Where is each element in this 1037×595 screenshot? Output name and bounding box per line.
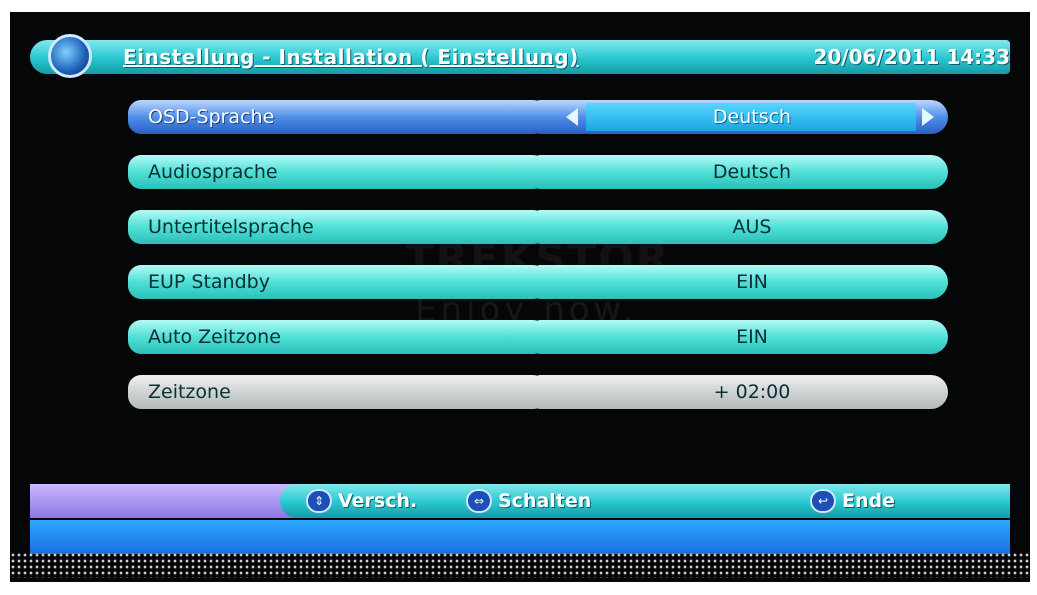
footer-exit-label: Ende xyxy=(842,490,895,512)
exit-icon: ↩ xyxy=(810,489,836,513)
decorative-dots xyxy=(10,552,1030,578)
setting-value: EIN xyxy=(536,265,948,299)
setting-value: EIN xyxy=(536,320,948,354)
setting-row-timezone: Zeitzone + 02:00 xyxy=(128,375,948,409)
setting-row-osd-language[interactable]: OSD-Sprache Deutsch xyxy=(128,100,948,134)
arrow-left-icon[interactable] xyxy=(566,108,578,126)
decorative-stripe xyxy=(30,520,1010,554)
setting-row-audio-language[interactable]: Audiosprache Deutsch xyxy=(128,155,948,189)
footer-move-label: Versch. xyxy=(338,490,418,512)
up-down-arrows-icon: ⇕ xyxy=(306,489,332,513)
setting-value: Deutsch xyxy=(536,155,948,189)
setting-value: AUS xyxy=(536,210,948,244)
setting-label: Untertitelsprache xyxy=(128,210,550,244)
globe-icon xyxy=(48,34,92,78)
tv-screen: Einstellung - Installation ( Einstellung… xyxy=(10,12,1030,582)
arrow-right-icon[interactable] xyxy=(922,108,934,126)
setting-value-selector[interactable]: Deutsch xyxy=(536,100,948,134)
footer-accent xyxy=(30,484,298,518)
setting-row-subtitle-language[interactable]: Untertitelsprache AUS xyxy=(128,210,948,244)
footer-switch-label: Schalten xyxy=(498,490,592,512)
setting-label: Audiosprache xyxy=(128,155,550,189)
setting-label: EUP Standby xyxy=(128,265,550,299)
datetime: 20/06/2011 14:33 xyxy=(813,45,1010,69)
setting-label: OSD-Sprache xyxy=(128,100,550,134)
setting-value: + 02:00 xyxy=(536,375,948,409)
page-title: Einstellung - Installation ( Einstellung… xyxy=(123,45,579,69)
setting-row-auto-timezone[interactable]: Auto Zeitzone EIN xyxy=(128,320,948,354)
setting-label: Auto Zeitzone xyxy=(128,320,550,354)
setting-value: Deutsch xyxy=(712,106,792,128)
left-right-arrows-icon: ⇔ xyxy=(466,489,492,513)
setting-row-eup-standby[interactable]: EUP Standby EIN xyxy=(128,265,948,299)
setting-label: Zeitzone xyxy=(128,375,550,409)
